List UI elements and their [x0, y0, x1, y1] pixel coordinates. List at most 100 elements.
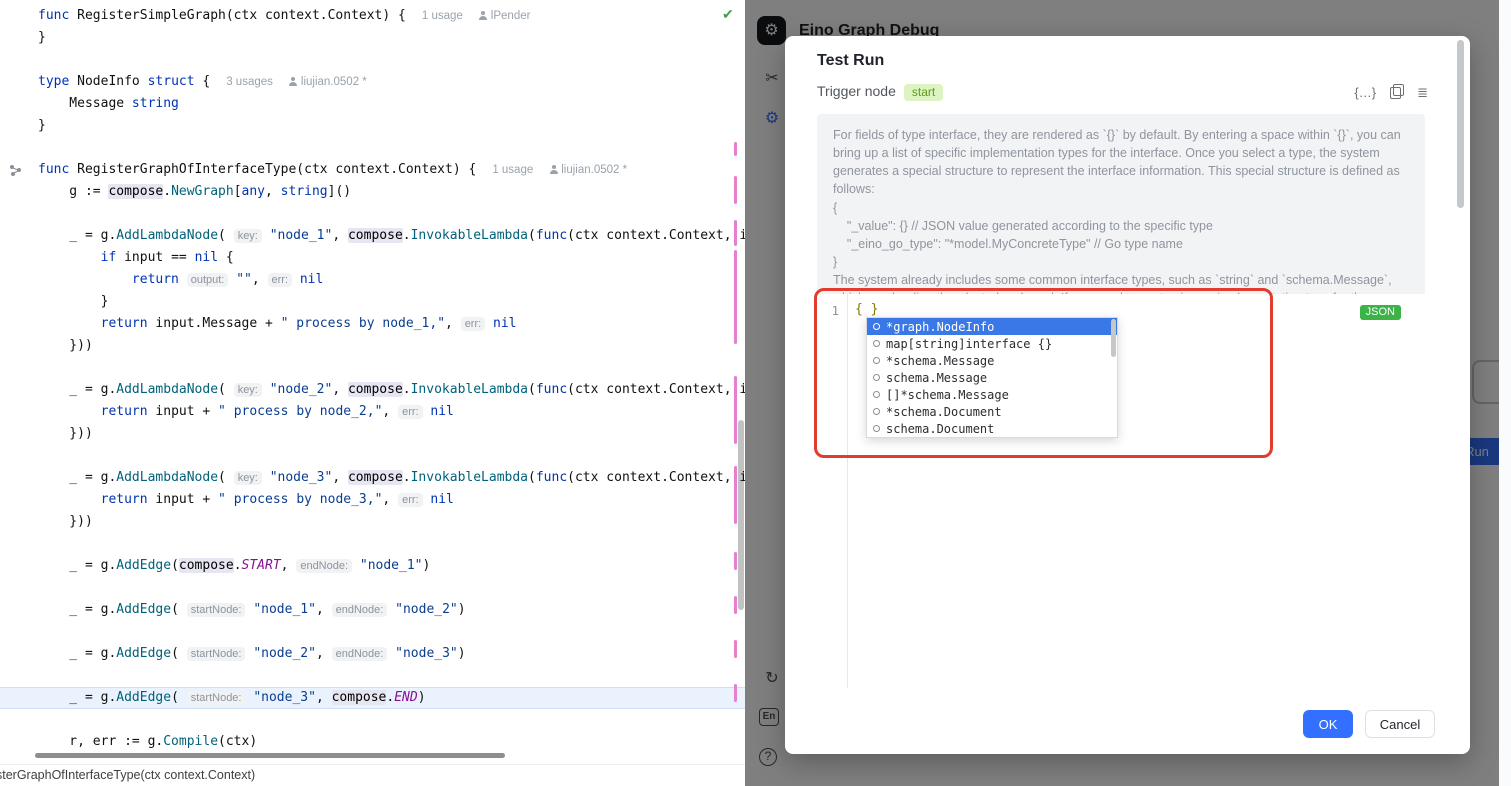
code-line[interactable]	[0, 49, 745, 71]
ok-button[interactable]: OK	[1303, 710, 1353, 738]
code-token: ,	[332, 228, 348, 243]
code-line[interactable]: if input == nil {	[0, 247, 745, 269]
code-token: output:	[187, 273, 229, 287]
code-token: "node_2"	[395, 602, 458, 617]
vcs-change-marker[interactable]	[734, 142, 737, 156]
code-token: input ==	[116, 250, 194, 265]
code-token: func	[536, 228, 567, 243]
vcs-change-marker[interactable]	[734, 640, 737, 658]
code-line[interactable]: }	[0, 115, 745, 137]
vcs-change-marker[interactable]	[734, 376, 737, 444]
cancel-button[interactable]: Cancel	[1365, 710, 1435, 738]
dialog-title: Test Run	[817, 52, 884, 70]
completion-item[interactable]: *schema.Document	[867, 403, 1117, 420]
code-line[interactable]	[0, 203, 745, 225]
vertical-scrollbar[interactable]	[738, 420, 744, 610]
code-token: err:	[268, 273, 293, 287]
completion-item[interactable]: map[string]interface {}	[867, 335, 1117, 352]
vcs-change-marker[interactable]	[734, 250, 737, 344]
code-token: }))	[38, 338, 93, 353]
code-token: ,	[252, 272, 268, 287]
code-token: InvokableLambda	[411, 382, 528, 397]
code-line[interactable]: _ = g.AddEdge( startNode: "node_2", endN…	[0, 643, 745, 665]
usage-annotation[interactable]: 3 usages	[226, 76, 273, 88]
dialog-footer: OK Cancel	[1303, 710, 1435, 738]
json-code[interactable]: { }	[855, 302, 878, 317]
code-line[interactable]: return input + " process by node_3,", er…	[0, 489, 745, 511]
modal-scrollbar[interactable]	[1457, 40, 1464, 208]
horizontal-scrollbar[interactable]	[35, 753, 505, 758]
code-line[interactable]	[0, 577, 745, 599]
code-line[interactable]: _ = g.AddEdge( startNode: "node_3", comp…	[0, 687, 745, 709]
code-line[interactable]	[0, 137, 745, 159]
code-line[interactable]: type NodeInfo struct {3 usagesliujian.05…	[0, 71, 745, 93]
code-token: ,	[332, 382, 348, 397]
code-line[interactable]: }))	[0, 423, 745, 445]
code-token: }))	[38, 426, 93, 441]
code-token: g :=	[38, 184, 108, 199]
code-token: _ = g.	[38, 228, 116, 243]
code-token: (	[171, 558, 179, 573]
code-token	[38, 404, 101, 419]
completion-item[interactable]: schema.Document	[867, 420, 1117, 437]
vcs-author-annotation[interactable]: liujian.0502 *	[549, 164, 627, 176]
format-icon[interactable]: ≣	[1417, 84, 1428, 102]
code-line[interactable]: _ = g.AddLambdaNode( key: "node_1", comp…	[0, 225, 745, 247]
code-line[interactable]	[0, 533, 745, 555]
vcs-change-marker[interactable]	[734, 596, 737, 614]
code-line[interactable]: func RegisterSimpleGraph(ctx context.Con…	[0, 5, 745, 27]
code-line[interactable]	[0, 665, 745, 687]
copy-icon[interactable]	[1390, 84, 1403, 98]
code-line[interactable]	[0, 357, 745, 379]
code-line[interactable]	[0, 445, 745, 467]
completion-item[interactable]: schema.Message	[867, 369, 1117, 386]
code-token: compose	[332, 690, 387, 705]
inspection-ok-icon[interactable]: ✔	[722, 6, 734, 23]
code-line[interactable]: }))	[0, 511, 745, 533]
code-line[interactable]: }	[0, 291, 745, 313]
code-line[interactable]: return input + " process by node_2,", er…	[0, 401, 745, 423]
code-line[interactable]: r, err := g.Compile(ctx)	[0, 731, 745, 753]
code-editor[interactable]: func RegisterSimpleGraph(ctx context.Con…	[0, 0, 745, 786]
completion-item[interactable]: *graph.NodeInfo	[867, 318, 1117, 335]
code-line[interactable]: Message string	[0, 93, 745, 115]
code-token: err:	[398, 493, 423, 507]
code-line[interactable]: _ = g.AddEdge(compose.START, endNode: "n…	[0, 555, 745, 577]
code-token: (	[171, 646, 187, 661]
code-line[interactable]: }	[0, 27, 745, 49]
completion-type-icon	[873, 323, 880, 330]
vcs-change-marker[interactable]	[734, 176, 737, 204]
code-line[interactable]: return input.Message + " process by node…	[0, 313, 745, 335]
code-token: (	[528, 470, 536, 485]
completion-item[interactable]: []*schema.Message	[867, 386, 1117, 403]
vcs-change-marker[interactable]	[734, 552, 737, 570]
code-token	[262, 382, 270, 397]
code-line[interactable]	[0, 621, 745, 643]
braces-icon[interactable]: {…}	[1354, 84, 1376, 102]
code-line[interactable]: g := compose.NewGraph[any, string]()	[0, 181, 745, 203]
completion-item[interactable]: *schema.Message	[867, 352, 1117, 369]
usage-annotation[interactable]: 1 usage	[492, 164, 533, 176]
code-line[interactable]: _ = g.AddLambdaNode( key: "node_2", comp…	[0, 379, 745, 401]
completion-scrollbar[interactable]	[1111, 319, 1116, 357]
usage-annotation[interactable]: 1 usage	[422, 10, 463, 22]
code-line[interactable]: }))	[0, 335, 745, 357]
code-line[interactable]: return output: "", err: nil	[0, 269, 745, 291]
vcs-change-marker[interactable]	[734, 220, 737, 246]
code-token: .	[163, 184, 171, 199]
line-number: 1	[817, 303, 839, 318]
code-line[interactable]: _ = g.AddLambdaNode( key: "node_3", comp…	[0, 467, 745, 489]
vcs-author-annotation[interactable]: lPender	[479, 10, 531, 22]
code-line[interactable]	[0, 709, 745, 731]
code-line[interactable]: _ = g.AddEdge( startNode: "node_1", endN…	[0, 599, 745, 621]
vcs-change-marker[interactable]	[734, 684, 737, 702]
completion-type-icon	[873, 391, 880, 398]
vcs-change-marker[interactable]	[734, 466, 737, 524]
code-token: err:	[461, 317, 486, 331]
code-token: }	[38, 118, 46, 133]
code-token: func	[536, 470, 567, 485]
code-line[interactable]: func RegisterGraphOfInterfaceType(ctx co…	[0, 159, 745, 181]
code-token: nil	[430, 404, 453, 419]
code-area[interactable]: func RegisterSimpleGraph(ctx context.Con…	[0, 5, 745, 753]
vcs-author-annotation[interactable]: liujian.0502 *	[289, 76, 367, 88]
